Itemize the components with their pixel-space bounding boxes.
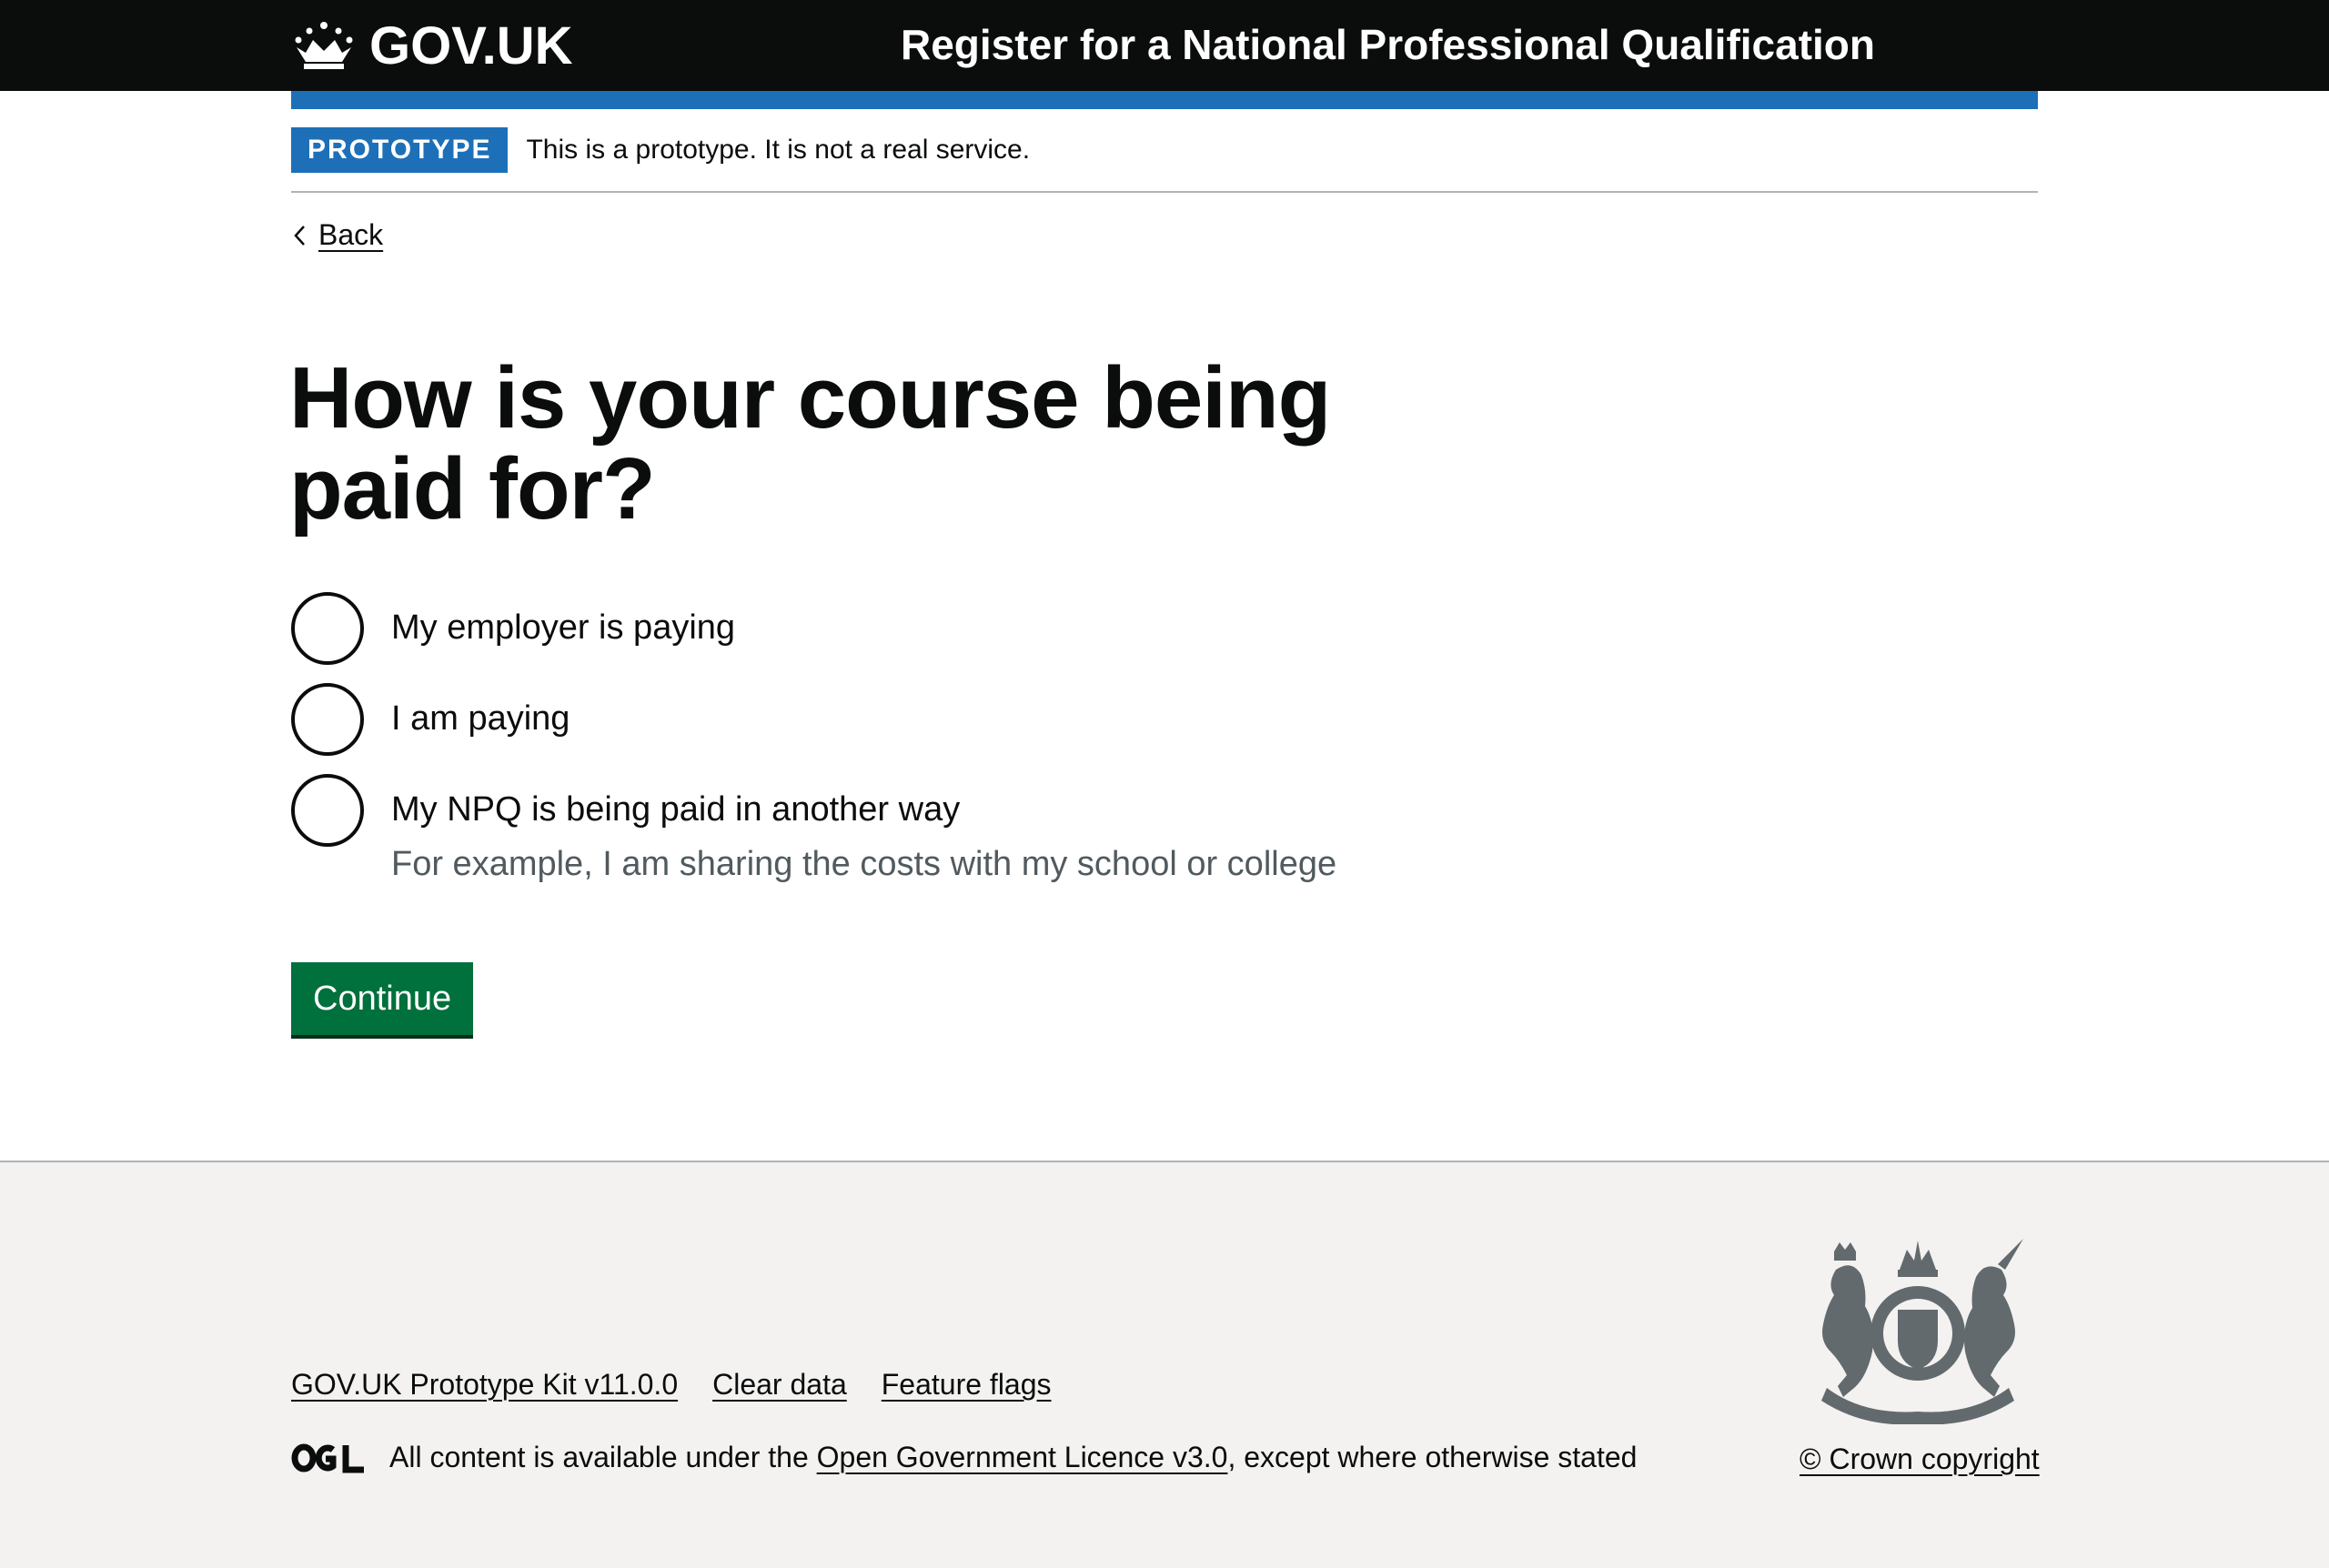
- radio-option-other[interactable]: My NPQ is being paid in another way For …: [291, 774, 1336, 887]
- back-link[interactable]: Back: [291, 218, 383, 252]
- licence-link[interactable]: Open Government Licence v3.0: [817, 1441, 1228, 1474]
- radio-label[interactable]: My employer is paying: [391, 605, 735, 650]
- radio-label[interactable]: I am paying: [391, 696, 570, 741]
- radio-button[interactable]: [291, 683, 364, 756]
- phase-banner-text: This is a prototype. It is not a real se…: [526, 135, 1031, 165]
- footer-link-clear-data[interactable]: Clear data: [712, 1368, 847, 1402]
- prototype-tag: PROTOTYPE: [291, 127, 509, 173]
- crown-copyright-link[interactable]: © Crown copyright: [1800, 1442, 2040, 1476]
- service-name-link[interactable]: Register for a National Professional Qua…: [901, 20, 1875, 69]
- footer-link-prototype-kit[interactable]: GOV.UK Prototype Kit v11.0.0: [291, 1368, 678, 1402]
- royal-coat-of-arms-icon: [1821, 1239, 2023, 1424]
- back-link-label: Back: [318, 218, 384, 251]
- footer-link-feature-flags[interactable]: Feature flags: [882, 1368, 1052, 1402]
- phase-banner: PROTOTYPE This is a prototype. It is not…: [291, 127, 2038, 193]
- radio-option-employer[interactable]: My employer is paying: [291, 592, 735, 665]
- header-blue-bar: [291, 91, 2038, 109]
- licence-suffix: , except where otherwise stated: [1227, 1441, 1638, 1473]
- site-header: GOV.UK Register for a National Professio…: [0, 0, 2329, 91]
- radio-option-self[interactable]: I am paying: [291, 683, 570, 756]
- radio-button[interactable]: [291, 592, 364, 665]
- govuk-logo-link[interactable]: GOV.UK: [291, 16, 572, 75]
- licence-statement: All content is available under the Open …: [291, 1441, 1637, 1474]
- site-footer: GOV.UK Prototype Kit v11.0.0 Clear data …: [0, 1161, 2329, 1568]
- chevron-left-icon: [294, 225, 305, 246]
- radio-button[interactable]: [291, 774, 364, 847]
- page-title: How is your course being paid for?: [289, 349, 1331, 538]
- licence-prefix: All content is available under the: [389, 1441, 817, 1473]
- radio-hint: For example, I am sharing the costs with…: [391, 845, 1337, 883]
- logo-text: GOV.UK: [369, 15, 573, 75]
- crown-icon: [295, 22, 353, 69]
- continue-button[interactable]: Continue: [291, 962, 474, 1035]
- ogl-logo-icon: [291, 1443, 364, 1473]
- radio-label[interactable]: My NPQ is being paid in another way: [391, 787, 1336, 832]
- footer-links: GOV.UK Prototype Kit v11.0.0 Clear data …: [291, 1368, 1086, 1402]
